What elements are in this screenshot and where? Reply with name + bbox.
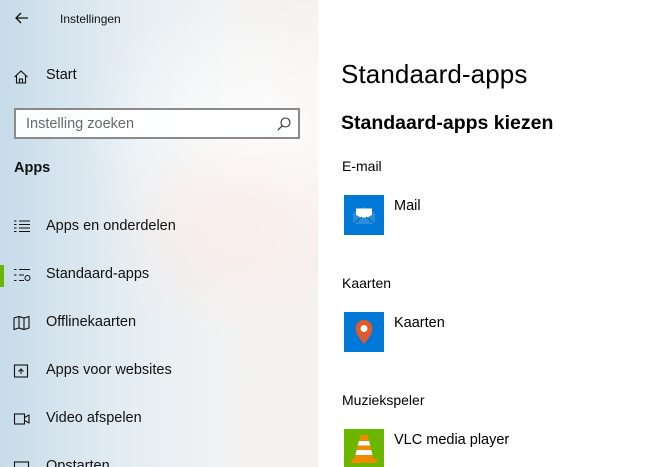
sidebar-item-video-playback[interactable]: Video afspelen xyxy=(0,399,318,439)
sidebar-item-start[interactable]: Start xyxy=(0,60,318,92)
maps-pin-icon xyxy=(355,320,373,344)
open-link-icon xyxy=(13,364,29,378)
mail-icon xyxy=(352,207,376,225)
main-content: Standaard-apps Standaard-apps kiezen E-m… xyxy=(318,0,671,467)
search-input[interactable] xyxy=(16,110,266,137)
sidebar-item-label: Opstarten xyxy=(46,458,110,467)
category-label-maps: Kaarten xyxy=(342,275,392,291)
default-app-music-button[interactable] xyxy=(344,429,384,467)
sidebar-item-apps-websites[interactable]: Apps voor websites xyxy=(0,351,318,391)
startup-icon xyxy=(13,461,30,467)
sidebar: Instellingen Start Apps Apps en onderdel… xyxy=(0,0,318,467)
category-label-email: E-mail xyxy=(342,158,382,174)
window-title: Instellingen xyxy=(60,12,121,26)
default-app-email-button[interactable] xyxy=(344,195,384,235)
sidebar-item-apps-features[interactable]: Apps en onderdelen xyxy=(0,207,318,247)
page-title: Standaard-apps xyxy=(341,59,528,89)
search-box[interactable] xyxy=(14,108,300,139)
sidebar-item-label: Video afspelen xyxy=(46,410,142,426)
sidebar-item-label: Apps en onderdelen xyxy=(46,218,176,234)
sidebar-item-label: Start xyxy=(46,67,77,83)
sidebar-item-startup[interactable]: Opstarten xyxy=(0,447,318,467)
sidebar-item-label: Offlinekaarten xyxy=(46,314,137,330)
video-icon xyxy=(13,413,30,425)
title-bar: Instellingen xyxy=(0,0,318,36)
section-title: Apps xyxy=(14,160,51,176)
default-app-maps-button[interactable] xyxy=(344,312,384,352)
sidebar-item-default-apps[interactable]: Standaard-apps xyxy=(0,255,318,295)
search-icon[interactable] xyxy=(276,116,292,132)
sidebar-item-label: Standaard-apps xyxy=(46,266,150,282)
sidebar-item-label: Apps voor websites xyxy=(46,362,172,378)
default-app-email-name[interactable]: Mail xyxy=(394,198,421,214)
category-label-music: Muziekspeler xyxy=(342,392,425,408)
default-app-music-name[interactable]: VLC media player xyxy=(394,432,509,448)
default-app-maps-name[interactable]: Kaarten xyxy=(394,315,445,331)
section-subtitle: Standaard-apps kiezen xyxy=(341,112,554,134)
map-icon xyxy=(13,315,30,331)
arrow-left-icon xyxy=(15,12,28,24)
apps-list-icon xyxy=(14,220,30,233)
default-apps-icon xyxy=(14,268,31,282)
sidebar-item-offline-maps[interactable]: Offlinekaarten xyxy=(0,303,318,343)
vlc-cone-icon xyxy=(351,435,377,463)
selection-indicator xyxy=(0,265,4,287)
home-icon xyxy=(14,70,28,84)
back-button[interactable] xyxy=(10,6,34,30)
